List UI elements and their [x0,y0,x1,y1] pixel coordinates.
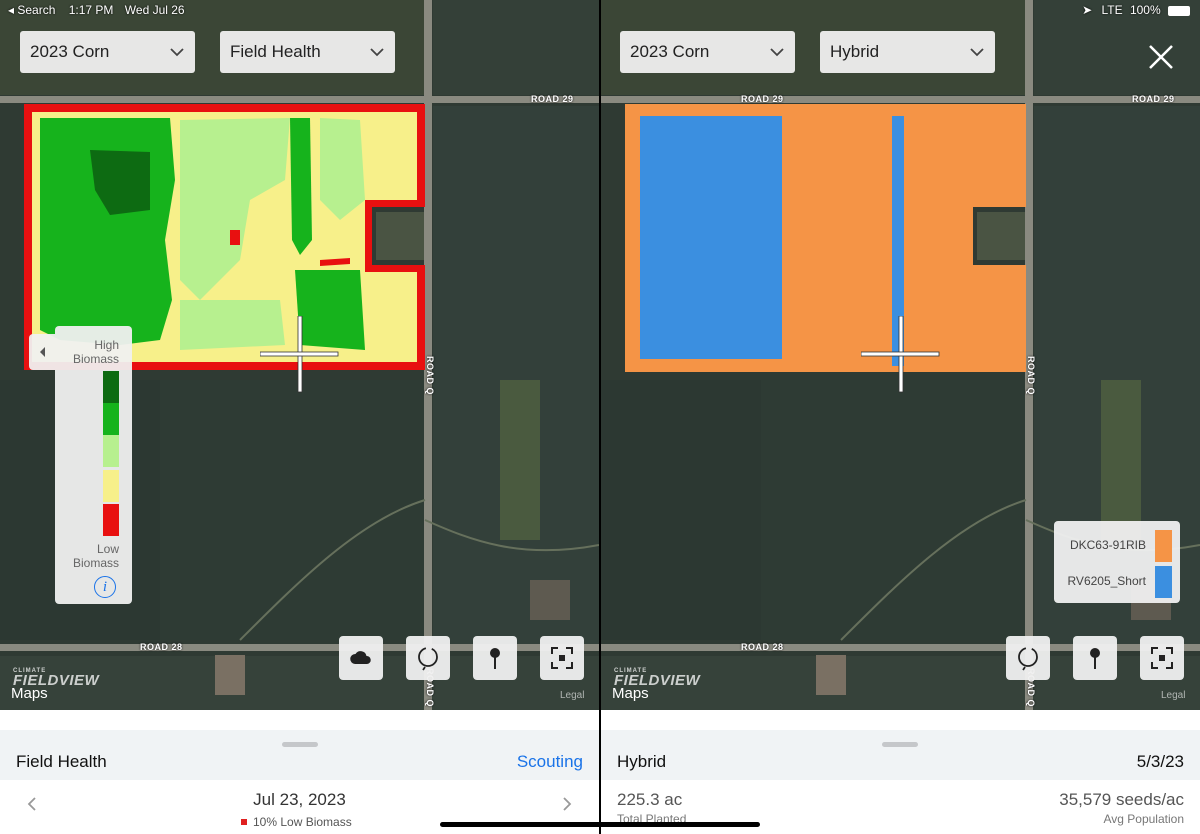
cloud-icon [350,651,371,664]
hybrid-legend: DKC63-91RIB RV6205_Short [1054,521,1180,603]
hybrid-overlay [625,104,1026,372]
legend-swatch [103,470,119,502]
location-icon: ➤ [1082,3,1093,17]
lasso-button[interactable] [1006,636,1050,680]
chevron-down-icon [370,48,384,57]
legend-swatch [103,371,119,403]
road-label-south: ROAD 28 [741,642,784,652]
lasso-icon [418,647,438,671]
road-label-north-west: ROAD 29 [741,94,784,104]
legend-low-label: Low Biomass [72,542,119,570]
layer-dropdown-right[interactable]: Hybrid [820,31,995,73]
legend-row: DKC63-91RIB [1054,527,1180,563]
avg-population-caption: Avg Population [1103,812,1184,826]
layer-value: Hybrid [830,42,880,61]
sheet-drag-handle[interactable] [282,742,318,747]
close-icon[interactable] [1146,42,1176,72]
season-dropdown-right[interactable]: 2023 Corn [620,31,795,73]
fullscreen-icon [1151,647,1173,669]
chevron-right-icon[interactable] [559,796,575,812]
season-dropdown-left[interactable]: 2023 Corn [20,31,195,73]
pin-button[interactable] [473,636,517,680]
legend-swatch [1155,566,1172,598]
fullscreen-button[interactable] [1140,636,1184,680]
network-label: LTE [1101,3,1123,17]
map-view-right[interactable]: ROAD 29 ROAD 29 ROAD 28 ROAD Q ROAD Q CL… [601,0,1200,710]
low-biomass-summary: 10% Low Biomass [241,815,352,829]
left-pane: ROAD 29 ROAD 28 ROAD Q ROAD Q CLIMATE FI… [0,0,599,834]
scouting-link[interactable]: Scouting [517,752,583,772]
planting-date: 5/3/23 [1136,752,1184,771]
avg-population: 35,579 seeds/ac Avg Population [1059,790,1184,826]
road-label-east: ROAD Q [1026,356,1036,395]
bottom-sheet-left[interactable]: Field Health Scouting Jul 23, 2023 10% L… [0,730,599,834]
total-planted: 225.3 ac Total Planted [617,790,686,826]
apple-maps-label: Maps [612,685,649,702]
legend-swatch [1155,530,1172,562]
road-label-south: ROAD 28 [140,642,183,652]
legend-high-label: High Biomass [72,338,119,366]
biomass-legend: High Biomass Low Biomass i [55,326,132,604]
low-biomass-marker [241,819,247,825]
legend-swatch [103,435,119,467]
hybrid-name: DKC63-91RIB [1069,538,1146,552]
sheet-title: Hybrid [617,752,667,771]
back-to-search[interactable]: ◂ Search [8,3,55,17]
status-right: ➤ LTE 100% [1082,3,1190,17]
road-label-north: ROAD 29 [531,94,574,104]
road-label-north: ROAD 29 [1132,94,1175,104]
bottom-sheet-right[interactable]: Hybrid 5/3/23 225.3 ac Total Planted 35,… [601,730,1200,834]
lasso-icon [1018,647,1038,671]
chevron-down-icon [170,48,184,57]
legend-collapse-button[interactable] [29,334,55,370]
fullscreen-button[interactable] [540,636,584,680]
hybrid-name: RV6205_Short [1067,574,1146,588]
status-left: ◂ Search 1:17 PM Wed Jul 26 [8,3,185,17]
pin-button[interactable] [1073,636,1117,680]
pin-icon [490,648,500,669]
season-value: 2023 Corn [630,42,710,61]
home-indicator[interactable] [440,822,760,827]
lasso-button[interactable] [406,636,450,680]
legal-link[interactable]: Legal [1161,690,1185,701]
info-icon[interactable]: i [94,576,116,598]
layer-dropdown-left[interactable]: Field Health [220,31,395,73]
sheet-title: Field Health [16,752,107,771]
chevron-left-icon [40,347,45,357]
status-time: 1:17 PM [68,3,114,17]
legend-swatch [103,403,119,435]
weather-button[interactable] [339,636,383,680]
layer-value: Field Health [230,42,321,61]
pin-icon [1090,648,1100,669]
season-value: 2023 Corn [30,42,110,61]
legend-row: RV6205_Short [1054,563,1180,599]
crosshair-icon [861,316,940,393]
imagery-date: Jul 23, 2023 [253,790,346,809]
apple-maps-label: Maps [11,685,48,702]
legal-link[interactable]: Legal [560,690,584,701]
status-date: Wed Jul 26 [124,3,185,17]
battery-percent: 100% [1129,3,1161,17]
chevron-down-icon [770,48,784,57]
battery-icon [1168,5,1190,16]
sheet-drag-handle[interactable] [882,742,918,747]
fullscreen-icon [551,647,573,669]
total-planted-value: 225.3 ac [617,790,683,809]
avg-population-value: 35,579 seeds/ac [1059,790,1184,809]
chevron-down-icon [970,48,984,57]
crosshair-icon [260,316,339,393]
legend-swatch [103,504,119,536]
road-label-east: ROAD Q [425,356,435,395]
right-pane: ROAD 29 ROAD 29 ROAD 28 ROAD Q ROAD Q CL… [601,0,1200,834]
